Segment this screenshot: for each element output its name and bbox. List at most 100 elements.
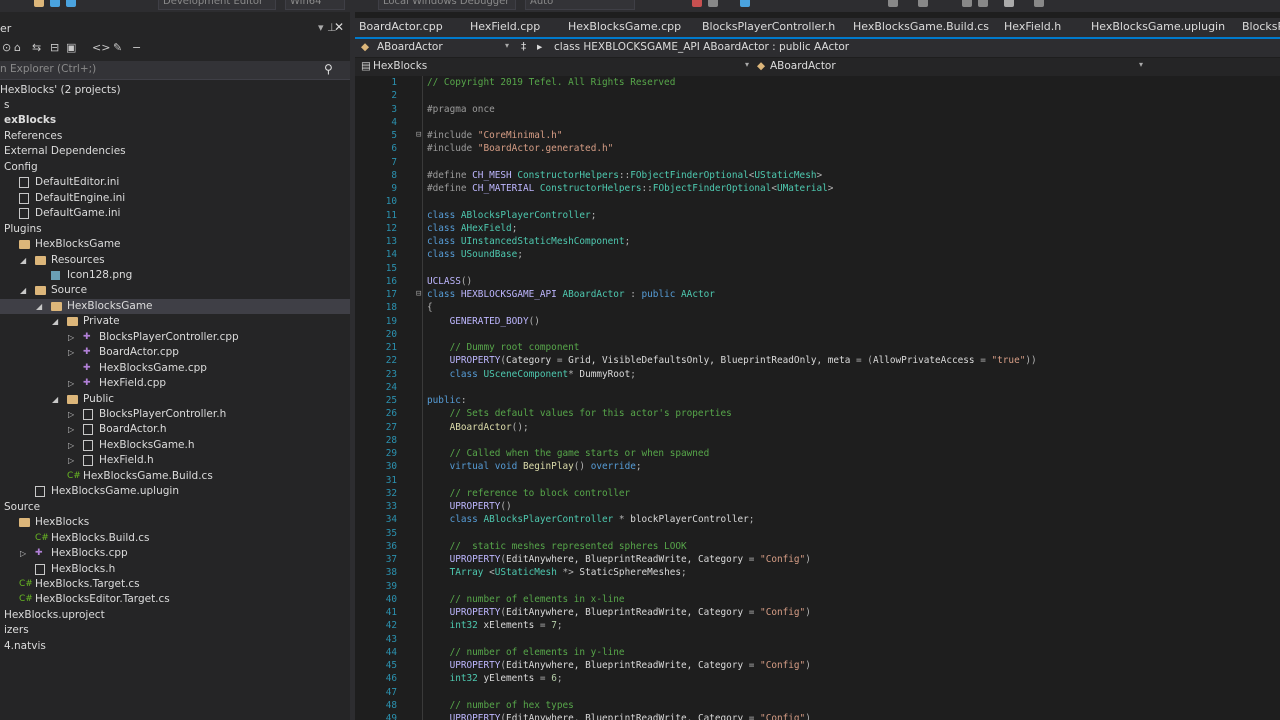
tree-item[interactable]: HexBlocksGame.uplugin [0,484,350,499]
expanded-arrow-icon[interactable]: ◢ [52,392,58,407]
layout-icon[interactable] [1034,0,1044,7]
project-dropdown[interactable]: HexBlocks [373,60,427,72]
code-line[interactable]: 49 UPROPERTY(EditAnywhere, BlueprintRead… [355,712,1280,720]
code-line[interactable]: 21 // Dummy root component [355,341,1280,354]
tree-item[interactable]: HexBlocks.uproject [0,608,350,623]
tree-item[interactable]: HexBlocksGame [0,237,350,252]
tree-item[interactable]: ✚ HexBlocksGame.cpp [0,361,350,376]
tree-item[interactable]: Icon128.png [0,268,350,283]
save-icon[interactable] [34,0,44,7]
code-line[interactable]: 2 [355,89,1280,102]
tree-item[interactable]: ▷ ✚ BoardActor.cpp [0,345,350,360]
breakpoint-icon[interactable] [692,0,702,7]
fold-toggle-icon[interactable]: ⊟ [416,129,421,142]
tab-hexfield-cpp[interactable]: HexField.cpp [470,20,540,33]
tab-blocksplayercontroller-h[interactable]: BlocksPlayerController.h [702,20,835,33]
tree-item[interactable]: ◢ Public [0,392,350,407]
tree-item[interactable]: ▷ HexField.h [0,453,350,468]
expanded-arrow-icon[interactable]: ◢ [20,253,26,268]
code-line[interactable]: 15 [355,262,1280,275]
code-line[interactable]: 36 // static meshes represented spheres … [355,540,1280,553]
tree-item[interactable]: DefaultEditor.ini [0,175,350,190]
chevron-down-icon[interactable]: ▾ [1139,60,1143,69]
code-line[interactable]: 16 UCLASS() [355,275,1280,288]
open-icon[interactable] [66,0,76,7]
code-line[interactable]: 13 class UInstancedStaticMeshComponent; [355,235,1280,248]
collapsed-arrow-icon[interactable]: ▷ [68,407,74,422]
code-line[interactable]: 29 // Called when the game starts or whe… [355,447,1280,460]
code-line[interactable]: 6 #include "BoardActor.generated.h" [355,142,1280,155]
code-line[interactable]: 3 #pragma once [355,103,1280,116]
tree-item[interactable]: Plugins [0,222,350,237]
code-line[interactable]: 25 public: [355,394,1280,407]
tree-item[interactable]: exBlocks [0,113,350,128]
code-line[interactable]: 4 [355,116,1280,129]
tree-item[interactable]: HexBlocks.h [0,562,350,577]
code-line[interactable]: 1 // Copyright 2019 Tefel. All Rights Res… [355,76,1280,89]
tree-item[interactable]: C# HexBlocksEditor.Target.cs [0,592,350,607]
flag-icon[interactable] [1004,0,1014,7]
code-line[interactable]: 9 #define CH_MATERIAL ConstructorHelpers:… [355,182,1280,195]
code-line[interactable]: 42 int32 xElements = 7; [355,619,1280,632]
search-input[interactable]: n Explorer (Ctrl+;) [0,63,96,75]
configuration-select[interactable]: Development Editor [158,0,276,10]
code-line[interactable]: 33 UPROPERTY() [355,500,1280,513]
tree-item[interactable]: ▷ HexBlocksGame.h [0,438,350,453]
home-icon[interactable]: ⌂ [14,41,21,54]
chevron-down-icon[interactable]: ▾ [505,41,509,50]
code-line[interactable]: 17 ⊟ class HEXBLOCKSGAME_API ABoardActor :… [355,288,1280,301]
tree-item[interactable]: ◢ Resources [0,253,350,268]
code-line[interactable]: 10 [355,195,1280,208]
code-line[interactable]: 26 // Sets default values for this actor… [355,407,1280,420]
code-line[interactable]: 30 virtual void BeginPlay() override; [355,460,1280,473]
tree-item[interactable]: 4.natvis [0,639,350,654]
close-icon[interactable]: ✕ [334,20,344,34]
code-line[interactable]: 34 class ABlocksPlayerController * block… [355,513,1280,526]
code-line[interactable]: 28 [355,434,1280,447]
code-line[interactable]: 24 [355,381,1280,394]
code-line[interactable]: 48 // number of hex types [355,699,1280,712]
collapsed-arrow-icon[interactable]: ▷ [68,330,74,345]
debugger-button[interactable]: Local Windows Debugger [378,0,516,10]
tree-item[interactable]: ▷ BoardActor.h [0,422,350,437]
code-line[interactable]: 20 [355,328,1280,341]
tree-item[interactable]: ▷ ✚ HexBlocks.cpp [0,546,350,561]
code-line[interactable]: 5 ⊟ #include "CoreMinimal.h" [355,129,1280,142]
tree-item[interactable]: ▷ ✚ BlocksPlayerController.cpp [0,330,350,345]
collapsed-arrow-icon[interactable]: ▷ [68,376,74,391]
collapsed-arrow-icon[interactable]: ▷ [68,453,74,468]
code-line[interactable]: 19 GENERATED_BODY() [355,315,1280,328]
code-line[interactable]: 31 [355,474,1280,487]
tree-item[interactable]: ▷ BlocksPlayerController.h [0,407,350,422]
solution-node[interactable]: HexBlocks' (2 projects) [0,83,350,98]
code-line[interactable]: 35 [355,527,1280,540]
code-line[interactable]: 27 ABoardActor(); [355,421,1280,434]
code-editor[interactable]: 1 // Copyright 2019 Tefel. All Rights Res… [355,76,1280,720]
show-all-icon[interactable]: ▣ [66,41,76,54]
code-line[interactable]: 11 class ABlocksPlayerController; [355,209,1280,222]
tab-boardactor-cpp[interactable]: BoardActor.cpp [359,20,443,33]
mode-select[interactable]: Auto [525,0,635,10]
tree-item[interactable]: ◢ Source [0,283,350,298]
collapse-icon[interactable]: ⊟ [50,41,59,54]
code-line[interactable]: 40 // number of elements in x-line [355,593,1280,606]
properties-icon[interactable]: ✎ [113,41,122,54]
tab-hexfield-h[interactable]: HexField.h [1004,20,1061,33]
bookmark-icon[interactable] [888,0,898,7]
tree-item[interactable]: C# HexBlocks.Target.cs [0,577,350,592]
code-line[interactable]: 18 { [355,301,1280,314]
preview-icon[interactable]: − [132,41,141,54]
tree-item[interactable]: Source [0,500,350,515]
sync-icon[interactable]: ⊙ [2,41,11,54]
platform-select[interactable]: Win64 [285,0,345,10]
class-scope-dropdown[interactable]: ABoardActor [377,41,443,53]
outdent-icon[interactable] [978,0,988,7]
tab-hexblocksgame-cpp[interactable]: HexBlocksGame.cpp [568,20,681,33]
tree-item[interactable]: s [0,98,350,113]
tree-item[interactable]: ▷ ✚ HexField.cpp [0,376,350,391]
code-line[interactable]: 41 UPROPERTY(EditAnywhere, BlueprintRead… [355,606,1280,619]
code-line[interactable]: 38 TArray <UStaticMesh *> StaticSphereMe… [355,566,1280,579]
split-icon[interactable]: ‡ [521,41,526,53]
code-line[interactable]: 8 #define CH_MESH ConstructorHelpers::FOb… [355,169,1280,182]
tree-item[interactable]: DefaultEngine.ini [0,191,350,206]
